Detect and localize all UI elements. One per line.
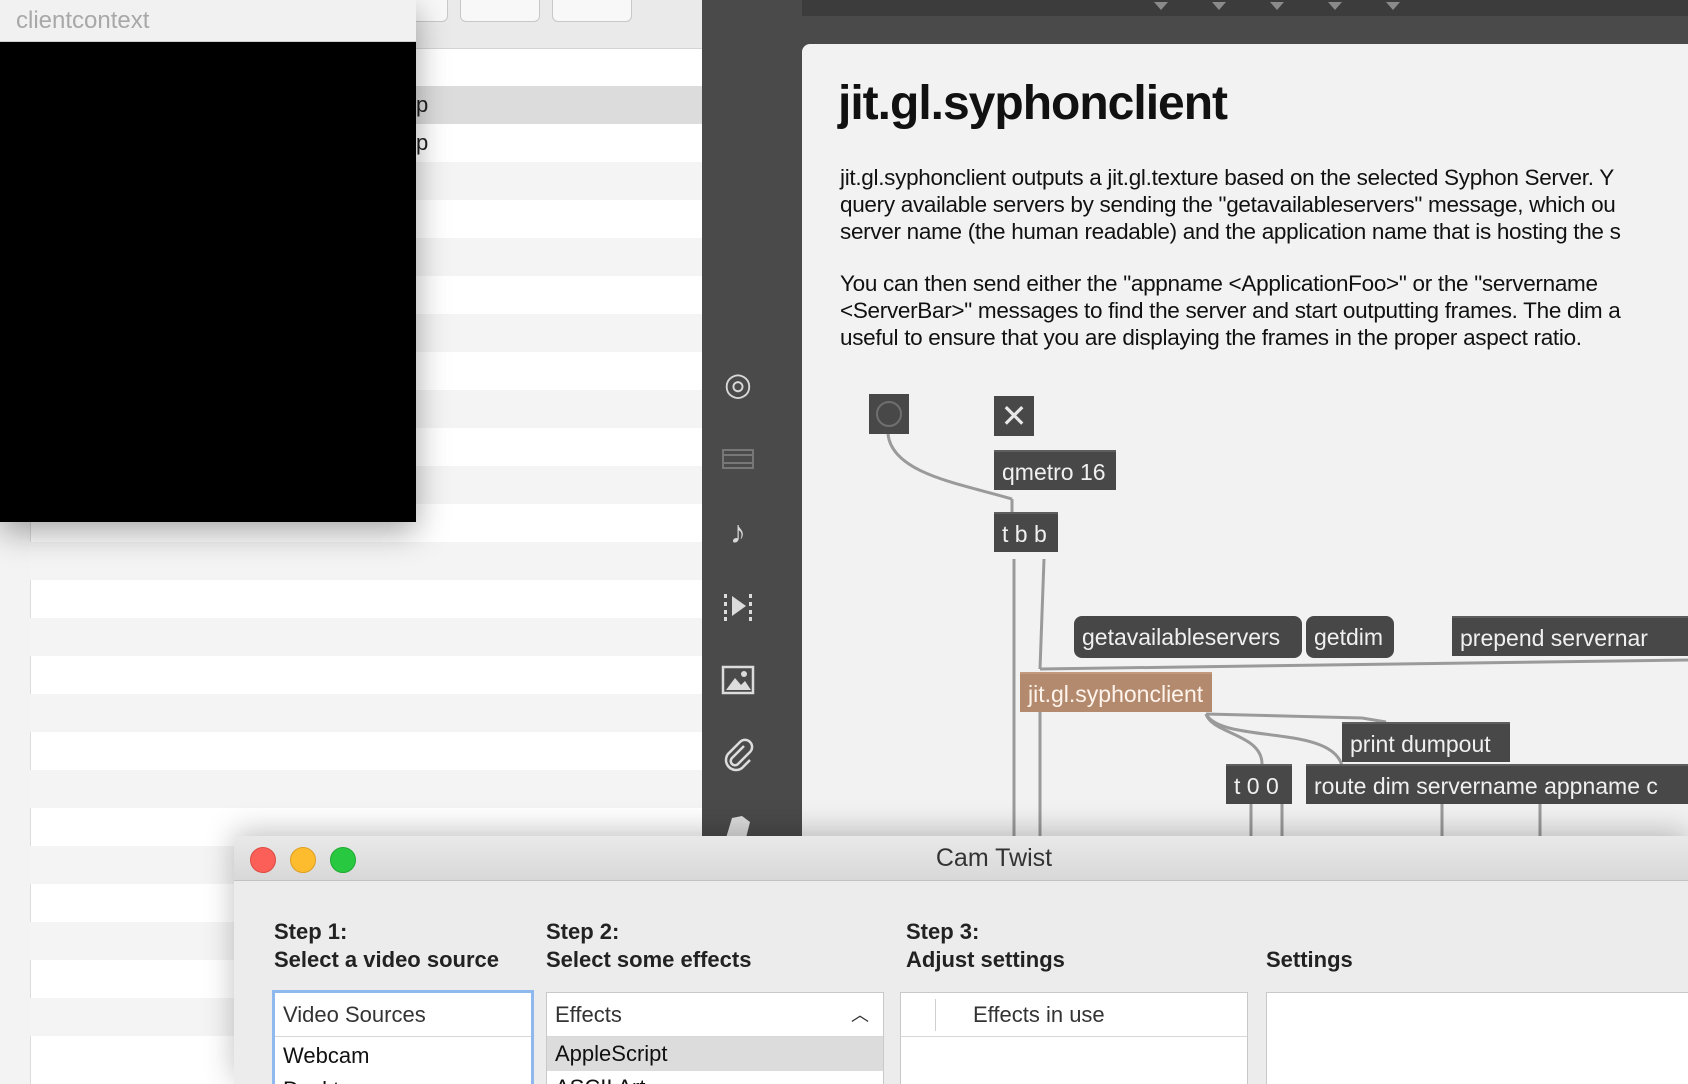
video-source-item[interactable]: Webcam	[275, 1039, 531, 1073]
patch-cord	[1205, 712, 1387, 724]
object-qmetro[interactable]: qmetro 16	[994, 450, 1116, 490]
step1-desc: Select a video source	[274, 947, 499, 972]
video-sources-list[interactable]: Video Sources Webcam Desktop	[272, 990, 534, 1084]
effects-in-use-label: Effects in use	[973, 1002, 1105, 1027]
window-title[interactable]: clientcontext	[0, 0, 416, 42]
chevron-down-icon[interactable]	[1328, 2, 1342, 10]
effects-in-use-header[interactable]: Effects in use	[901, 993, 1247, 1037]
chevron-down-icon[interactable]	[1154, 2, 1168, 10]
step2-label: Step 2: Select some effects	[546, 918, 751, 974]
effects-in-use-list[interactable]: Effects in use	[900, 992, 1248, 1084]
patch-cord	[1039, 658, 1688, 671]
bang-button[interactable]	[869, 394, 909, 434]
camtwist-window: Cam Twist Step 1: Select a video source …	[234, 836, 1688, 1084]
effect-item[interactable]: ASCII Art	[547, 1071, 883, 1084]
list-item-label: p	[416, 92, 429, 117]
image-icon[interactable]	[720, 662, 756, 698]
step3-desc: Adjust settings	[906, 947, 1065, 972]
list-item[interactable]	[30, 770, 702, 808]
list-item-label: p	[416, 130, 429, 155]
chevron-up-icon[interactable]: ︿	[851, 993, 869, 1037]
clientcontext-window: clientcontext	[0, 0, 416, 522]
chevron-down-icon[interactable]	[1386, 2, 1400, 10]
list-item[interactable]	[30, 732, 702, 770]
video-source-item[interactable]: Desktop	[275, 1073, 531, 1084]
max-sidebar: ◎ ♪	[702, 0, 802, 838]
chevron-down-icon[interactable]	[1270, 2, 1284, 10]
object-prepend-servername[interactable]: prepend servernar	[1452, 616, 1688, 656]
paperclip-icon[interactable]	[720, 736, 756, 772]
settings-label: Settings	[1266, 947, 1353, 972]
patcher-toolbar	[770, 0, 1688, 16]
step1-label: Step 1: Select a video source	[274, 918, 499, 974]
bang-ring	[876, 401, 902, 427]
music-note-icon[interactable]: ♪	[720, 514, 756, 550]
step3-label: Step 3: Adjust settings	[906, 918, 1065, 974]
video-sources-header[interactable]: Video Sources	[275, 993, 531, 1037]
toolbar-share-button[interactable]	[460, 0, 540, 22]
object-jit-gl-syphonclient[interactable]: jit.gl.syphonclient	[1020, 672, 1212, 712]
list-item[interactable]	[30, 618, 702, 656]
toolbar-tag-button[interactable]	[552, 0, 632, 22]
message-getavailableservers[interactable]: getavailableservers	[1074, 616, 1302, 658]
object-route[interactable]: route dim servername appname c	[1306, 764, 1688, 804]
effects-header[interactable]: Effects ︿	[547, 993, 883, 1037]
list-item[interactable]	[30, 694, 702, 732]
window-titlebar[interactable]: Cam Twist	[234, 836, 1688, 881]
message-getdim[interactable]: getdim	[1306, 616, 1394, 658]
patch-cord	[1204, 713, 1344, 767]
object-print-dumpout[interactable]: print dumpout	[1342, 722, 1510, 762]
step2-desc: Select some effects	[546, 947, 752, 972]
film-icon[interactable]	[720, 440, 756, 476]
effects-list[interactable]: Effects ︿ AppleScript ASCII Art	[546, 992, 884, 1084]
close-icon: ✕	[1000, 398, 1028, 434]
object-trigger-zero[interactable]: t 0 0	[1226, 764, 1292, 804]
help-patcher-canvas[interactable]: jit.gl.syphonclient jit.gl.syphonclient …	[802, 44, 1688, 836]
window-title: Cam Twist	[935, 844, 1053, 872]
settings-panel	[1266, 992, 1688, 1084]
effects-header-label: Effects	[555, 1002, 622, 1027]
list-item[interactable]	[30, 656, 702, 694]
toggle-button[interactable]: ✕	[994, 396, 1034, 436]
patch-cord	[1038, 558, 1046, 670]
effect-item[interactable]: AppleScript	[547, 1037, 883, 1071]
list-item[interactable]	[30, 580, 702, 618]
max-patcher-window: ◎ ♪ jit.gl.syphonclient jit.gl.syphoncli…	[702, 0, 1688, 838]
media-icon[interactable]	[720, 588, 756, 624]
chevron-down-icon[interactable]	[1212, 2, 1226, 10]
target-icon[interactable]: ◎	[720, 366, 756, 402]
column-divider	[935, 999, 936, 1031]
list-item[interactable]	[30, 542, 702, 580]
object-trigger[interactable]: t b b	[994, 512, 1058, 552]
patch-cords	[886, 433, 1688, 836]
step1-heading: Step 1:	[274, 919, 348, 944]
step3-heading: Step 3:	[906, 919, 980, 944]
step2-heading: Step 2:	[546, 919, 620, 944]
